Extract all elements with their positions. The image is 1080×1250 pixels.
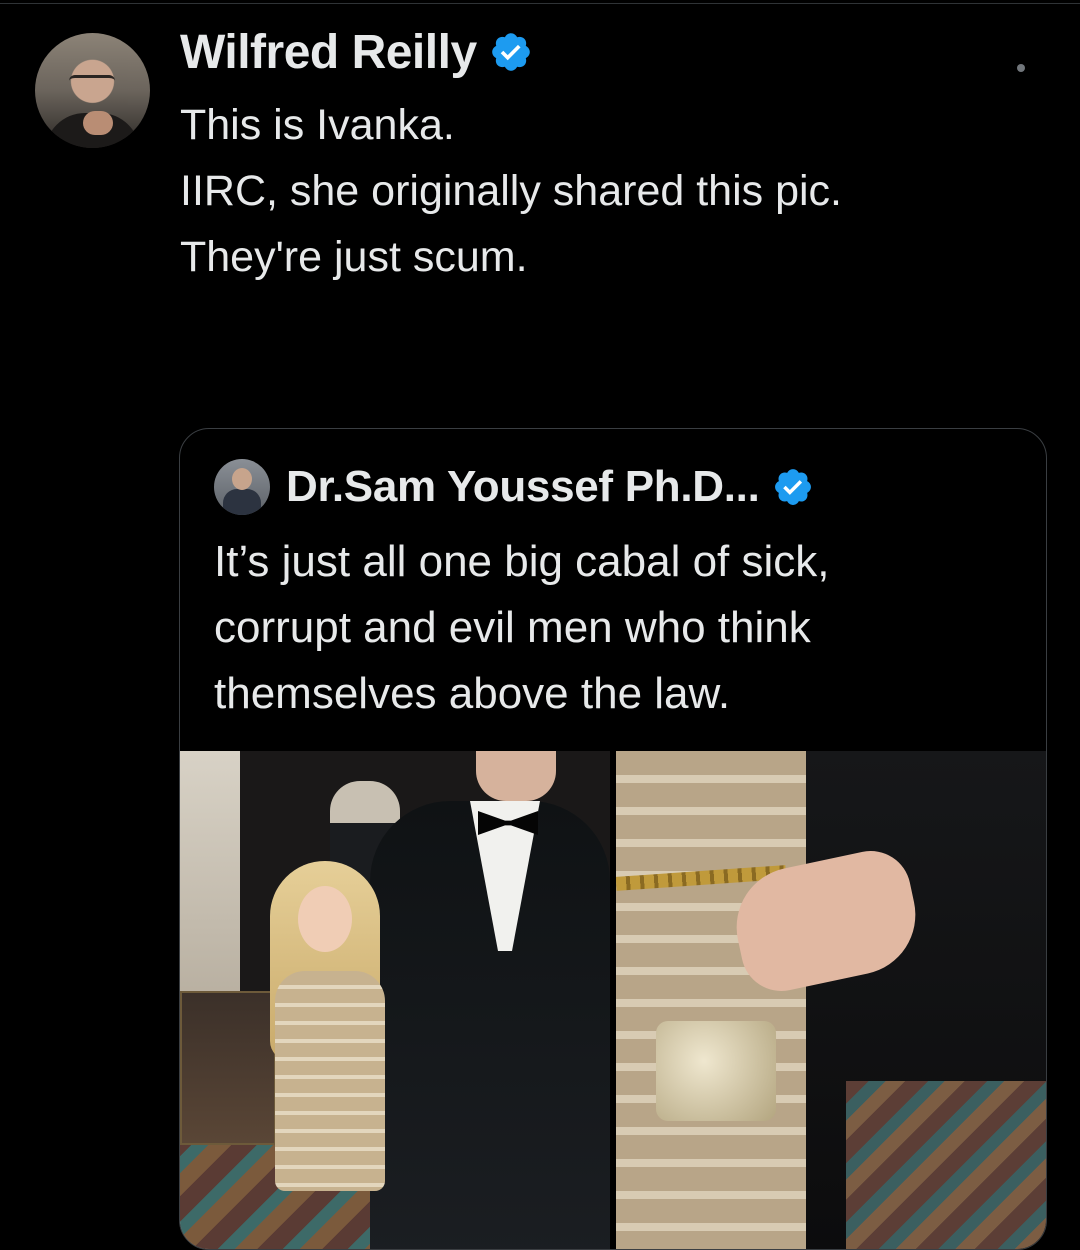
quoted-tweet-header: Dr.Sam Youssef Ph.D... bbox=[214, 457, 814, 517]
top-divider bbox=[0, 3, 1080, 4]
media-photo-2[interactable] bbox=[616, 751, 1046, 1249]
more-options-icon[interactable] bbox=[1017, 64, 1025, 72]
author-name[interactable]: Wilfred Reilly bbox=[180, 25, 477, 80]
quoted-author-avatar[interactable] bbox=[214, 459, 270, 515]
author-avatar[interactable] bbox=[35, 33, 150, 148]
quoted-line: corrupt and evil men who think bbox=[214, 603, 811, 652]
quoted-author-name[interactable]: Dr.Sam Youssef Ph.D... bbox=[286, 462, 760, 512]
verified-badge-icon bbox=[774, 469, 811, 505]
tweet-line: IIRC, she originally shared this pic. bbox=[180, 167, 843, 215]
tweet-text: This is Ivanka. IIRC, she originally sha… bbox=[180, 92, 1040, 290]
verified-badge-icon bbox=[491, 33, 530, 71]
quoted-tweet-card[interactable]: Dr.Sam Youssef Ph.D... It’s just all one… bbox=[179, 428, 1047, 1250]
tweet-line: This is Ivanka. bbox=[180, 101, 455, 149]
quoted-tweet-media bbox=[180, 751, 1046, 1249]
quoted-line: themselves above the law. bbox=[214, 669, 731, 718]
quoted-line: It’s just all one big cabal of sick, bbox=[214, 537, 830, 586]
tweet-line: They're just scum. bbox=[180, 233, 528, 281]
media-photo-1[interactable] bbox=[180, 751, 610, 1249]
quoted-tweet-text: It’s just all one big cabal of sick, cor… bbox=[214, 529, 1014, 727]
author-header: Wilfred Reilly bbox=[180, 22, 533, 82]
